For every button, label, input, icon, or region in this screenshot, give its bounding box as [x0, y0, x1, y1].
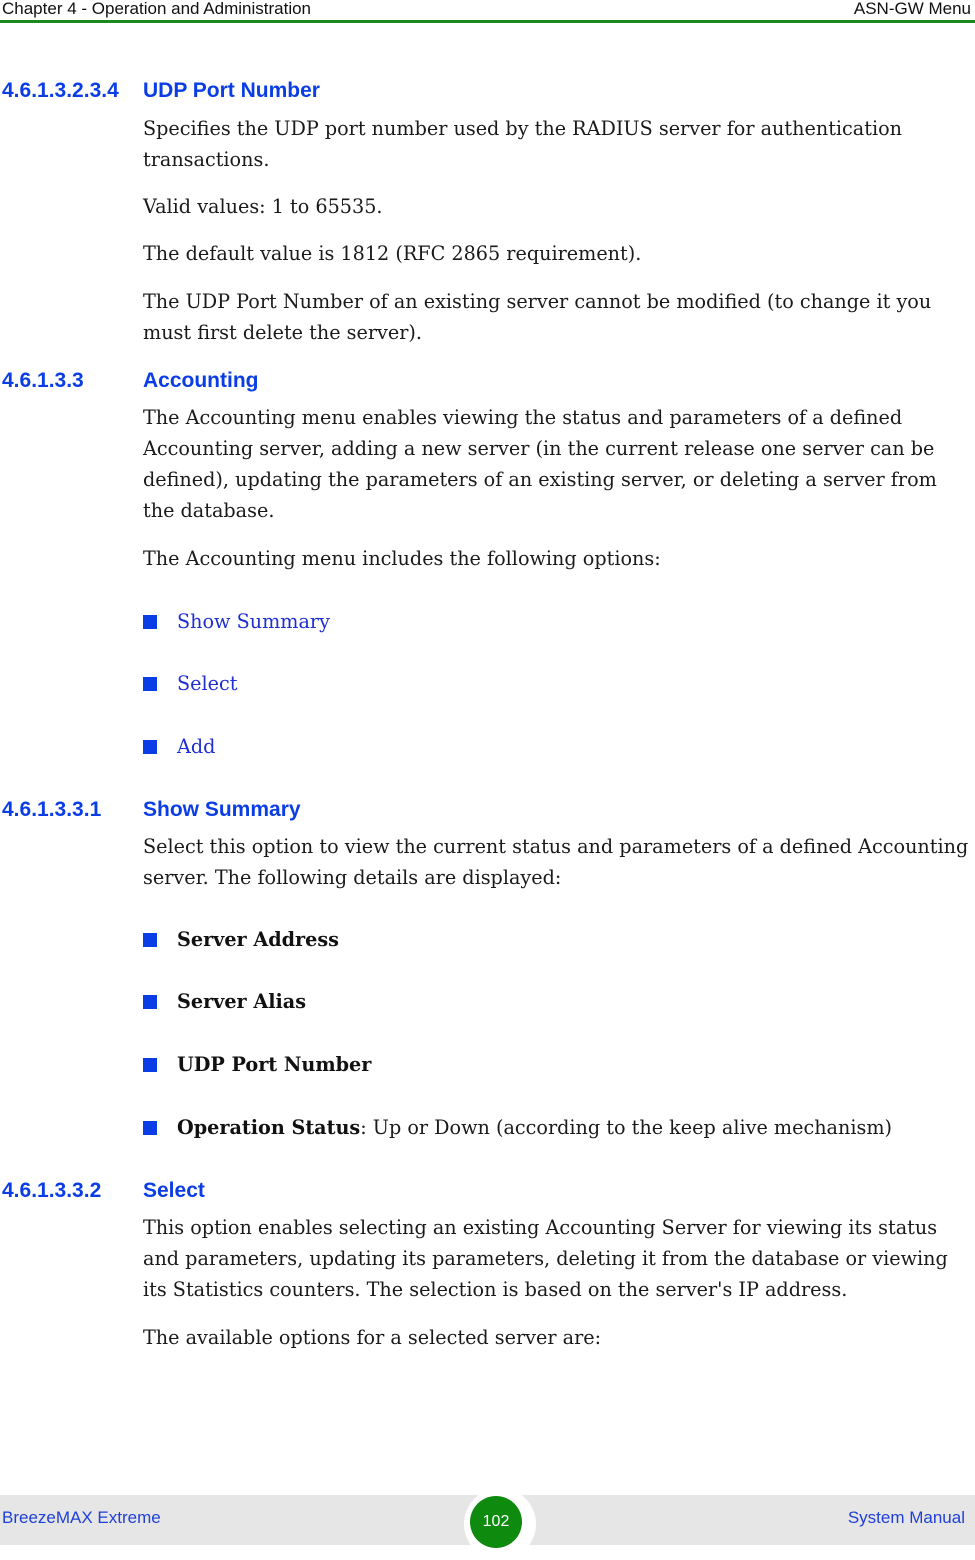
- section-heading: 4.6.1.3.2.3.4 UDP Port Number: [2, 79, 320, 103]
- bullet-square-icon: [143, 995, 157, 1009]
- page-header: Chapter 4 - Operation and Administration…: [0, 0, 975, 23]
- section-title: Accounting: [143, 369, 259, 392]
- bullet-square-icon: [143, 1121, 157, 1135]
- header-divider: [0, 20, 975, 23]
- bullet-square-icon: [143, 615, 157, 629]
- item-label: Server Address: [177, 928, 339, 951]
- section-title: Select: [143, 1179, 205, 1202]
- item-label: Server Alias: [177, 990, 307, 1013]
- link-select[interactable]: Select: [177, 672, 237, 696]
- paragraph: The Accounting menu enables viewing the …: [143, 406, 937, 522]
- section-number: 4.6.1.3.3: [2, 369, 84, 392]
- bullet-square-icon: [143, 677, 157, 691]
- section-title: Show Summary: [143, 798, 301, 821]
- bullet-square-icon: [143, 933, 157, 947]
- paragraph: Specifies the UDP port number used by th…: [143, 117, 902, 171]
- paragraph: Valid values: 1 to 65535.: [143, 195, 383, 218]
- section-heading: 4.6.1.3.3.2 Select: [2, 1179, 205, 1203]
- section-number: 4.6.1.3.2.3.4: [2, 79, 119, 102]
- section-number: 4.6.1.3.3.2: [2, 1179, 102, 1202]
- link-show-summary[interactable]: Show Summary: [177, 610, 330, 634]
- paragraph: The available options for a selected ser…: [143, 1326, 602, 1349]
- paragraph: The default value is 1812 (RFC 2865 requ…: [143, 242, 642, 265]
- paragraph: The UDP Port Number of an existing serve…: [143, 290, 932, 344]
- document-type: System Manual: [847, 1508, 965, 1527]
- item-label: UDP Port Number: [177, 1053, 372, 1076]
- paragraph: The Accounting menu includes the followi…: [143, 547, 661, 570]
- paragraph: This option enables selecting an existin…: [143, 1216, 948, 1301]
- section-title: ASN-GW Menu: [853, 0, 971, 18]
- section-heading: 4.6.1.3.3 Accounting: [2, 369, 259, 393]
- page-number-badge: 102: [470, 1496, 522, 1548]
- item-label: Operation Status: [177, 1116, 361, 1139]
- bullet-square-icon: [143, 1058, 157, 1072]
- section-title: UDP Port Number: [143, 79, 320, 102]
- section-heading: 4.6.1.3.3.1 Show Summary: [2, 798, 301, 822]
- paragraph: Select this option to view the current s…: [143, 835, 969, 889]
- chapter-title: Chapter 4 - Operation and Administration: [2, 0, 312, 18]
- product-name: BreezeMAX Extreme: [2, 1508, 161, 1527]
- section-number: 4.6.1.3.3.1: [2, 798, 102, 821]
- item-description: : Up or Down (according to the keep aliv…: [360, 1116, 893, 1139]
- bullet-square-icon: [143, 740, 157, 754]
- link-add[interactable]: Add: [177, 735, 215, 759]
